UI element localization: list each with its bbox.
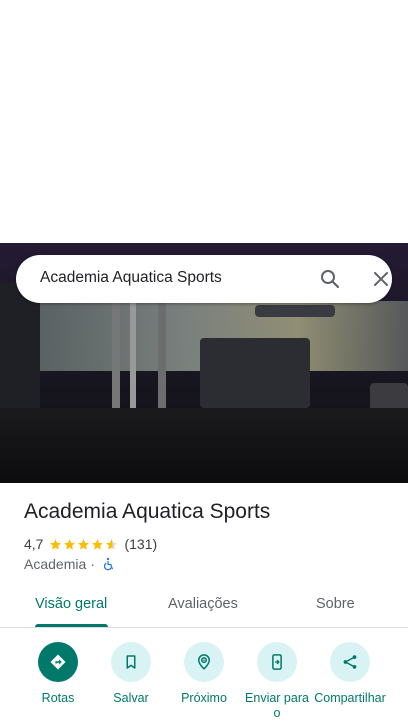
star-icon: [78, 538, 90, 550]
place-title: Academia Aquatica Sports: [24, 500, 271, 523]
rating-value: 4,7: [24, 536, 44, 552]
directions-icon: [50, 654, 66, 670]
send-to-phone-label: Enviar para o: [245, 691, 309, 720]
share-button[interactable]: Compartilhar: [312, 641, 388, 706]
save-button-circle[interactable]: [111, 642, 151, 682]
send-to-phone-button-circle[interactable]: [257, 642, 297, 682]
star-icon: [64, 538, 76, 550]
share-label: Compartilhar: [314, 691, 386, 705]
share-button-circle[interactable]: [330, 642, 370, 682]
tab-about[interactable]: Sobre: [316, 596, 355, 612]
action-bar: Rotas Salvar Próximo Enviar para o Compa…: [0, 641, 408, 726]
active-tab-indicator: [35, 624, 108, 627]
category-row: Academia ·: [24, 556, 115, 572]
send-to-phone-button[interactable]: Enviar para o: [239, 641, 315, 721]
nearby-button-circle[interactable]: [184, 642, 224, 682]
half-star-icon: [106, 538, 118, 550]
wheelchair-icon: [103, 557, 113, 571]
tab-reviews[interactable]: Avaliações: [168, 596, 238, 612]
save-label: Salvar: [113, 691, 149, 705]
nearby-icon: [197, 654, 211, 670]
star-icon: [50, 538, 62, 550]
tab-overview[interactable]: Visão geral: [35, 596, 107, 612]
rating-stars: [49, 538, 118, 551]
send-to-phone-icon: [272, 654, 282, 670]
share-icon: [343, 655, 357, 669]
review-count[interactable]: (131): [124, 536, 157, 552]
nearby-button[interactable]: Próximo: [166, 641, 242, 706]
star-icon: [92, 538, 104, 550]
search-icon[interactable]: [318, 267, 342, 291]
photo-machine: [200, 338, 310, 408]
search-query[interactable]: Academia Aquatica Sports: [40, 269, 222, 287]
save-button[interactable]: Salvar: [93, 641, 169, 706]
search-bar[interactable]: Academia Aquatica Sports: [16, 255, 392, 303]
tab-bar: Visão geral Avaliações Sobre: [0, 584, 408, 628]
photo-floor: [0, 408, 408, 483]
place-category: Academia: [24, 556, 87, 572]
photo-machine: [255, 305, 335, 317]
bookmark-icon: [126, 655, 136, 669]
nearby-label: Próximo: [181, 691, 227, 705]
rating-row[interactable]: 4,7 (131): [24, 536, 157, 552]
directions-button[interactable]: Rotas: [20, 641, 96, 706]
close-icon[interactable]: [369, 267, 393, 291]
directions-button-circle[interactable]: [38, 642, 78, 682]
category-separator: ·: [90, 556, 95, 572]
directions-label: Rotas: [41, 691, 75, 705]
